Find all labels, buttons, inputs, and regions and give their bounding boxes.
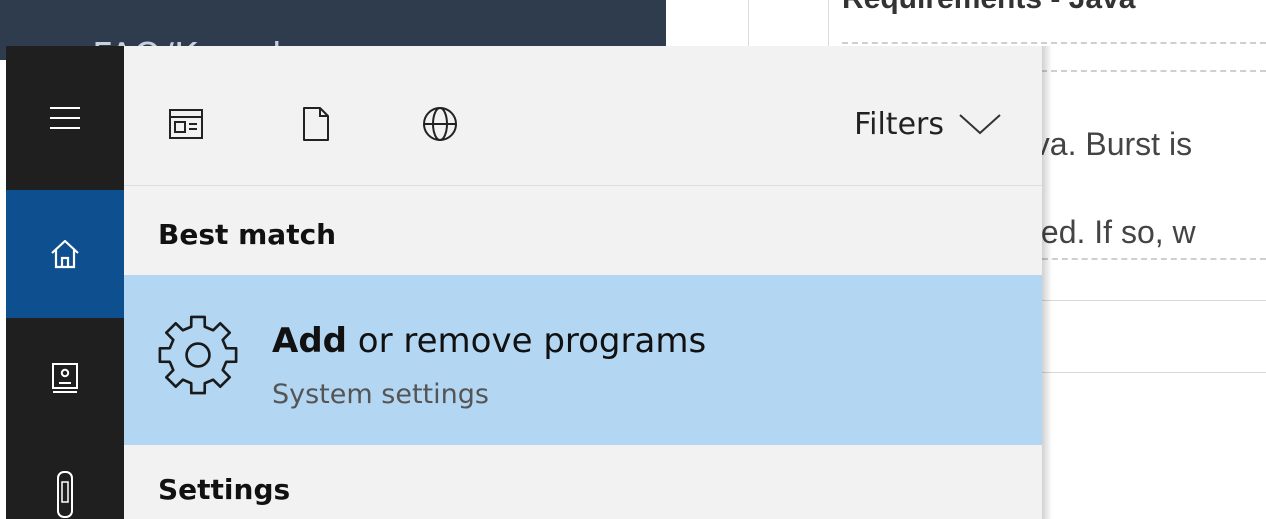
background-dashed-line bbox=[1042, 258, 1266, 260]
web-filter-button[interactable] bbox=[418, 102, 462, 146]
home-icon bbox=[51, 239, 79, 269]
result-title: Add or remove programs bbox=[272, 321, 706, 361]
globe-icon bbox=[423, 107, 457, 141]
start-rail bbox=[6, 46, 124, 519]
best-match-result[interactable]: Add or remove programs System settings bbox=[124, 275, 1042, 445]
background-dashed-line bbox=[842, 42, 1266, 44]
apps-filter-button[interactable] bbox=[164, 102, 208, 146]
gear-hub bbox=[185, 342, 211, 368]
search-toolbar: Filters bbox=[124, 46, 1042, 186]
filters-label: Filters bbox=[854, 106, 944, 142]
result-title-rest: or remove programs bbox=[347, 321, 707, 361]
background-heading: Requirements - Java bbox=[842, 0, 1135, 16]
best-match-heading: Best match bbox=[158, 218, 337, 251]
apps-icon bbox=[169, 109, 203, 139]
filters-dropdown[interactable]: Filters bbox=[854, 102, 1002, 146]
rail-menu-button[interactable] bbox=[6, 46, 124, 190]
device-icon bbox=[57, 471, 73, 518]
rail-device-button[interactable] bbox=[6, 438, 124, 519]
chevron-down-icon bbox=[959, 114, 1001, 135]
hamburger-icon bbox=[50, 107, 80, 129]
rail-notebook-button[interactable] bbox=[6, 318, 124, 438]
notebook-icon bbox=[52, 363, 78, 393]
result-subtitle: System settings bbox=[272, 379, 489, 410]
gear-outline bbox=[158, 315, 238, 395]
settings-heading: Settings bbox=[158, 473, 291, 506]
result-title-highlight: Add bbox=[272, 321, 347, 361]
documents-filter-button[interactable] bbox=[294, 102, 338, 146]
search-flyout: Filters Best match Add or remove program… bbox=[124, 46, 1042, 519]
document-icon bbox=[303, 107, 329, 141]
rail-home-button[interactable] bbox=[6, 190, 124, 318]
gear-icon bbox=[158, 315, 238, 395]
flyout-shadow bbox=[1042, 46, 1052, 519]
